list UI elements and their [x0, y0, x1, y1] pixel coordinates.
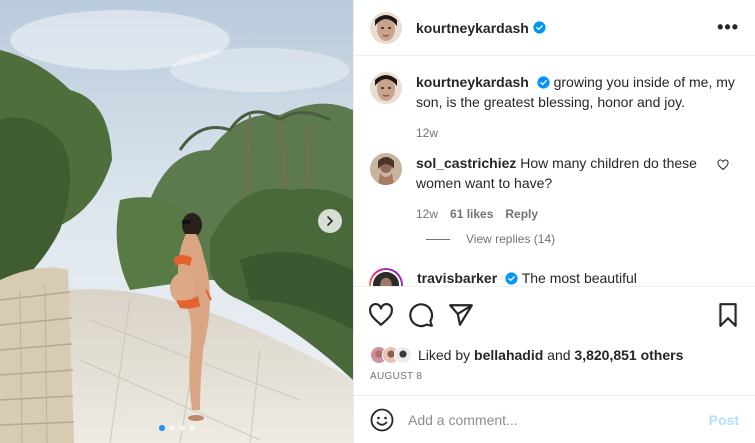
commenter-avatar[interactable] — [370, 153, 402, 185]
carousel-indicator — [0, 425, 353, 431]
comment-item: travisbarker The most beautiful — [369, 268, 739, 286]
carousel-dot — [178, 425, 185, 431]
photo-scene — [0, 0, 353, 443]
author-avatar[interactable] — [370, 11, 402, 44]
replies-divider-line — [426, 238, 450, 240]
share-button[interactable] — [448, 302, 474, 328]
view-replies-label: View replies (14) — [466, 232, 556, 246]
carousel-dot — [168, 425, 175, 431]
comment-body: sol_castrichiez How many children do the… — [416, 153, 739, 224]
add-comment-bar: Post — [354, 395, 755, 443]
post-side-panel: kourtneykardash ••• kourtneykardash grow… — [353, 0, 755, 443]
comment-text: The most beautiful — [521, 270, 637, 286]
carousel-dot — [188, 425, 195, 431]
carousel-dot — [158, 425, 165, 431]
view-replies-button[interactable]: View replies (14) — [426, 232, 555, 246]
comment-likes[interactable]: 61 likes — [450, 204, 493, 224]
liked-by-and: and — [547, 347, 571, 363]
post-date[interactable]: AUGUST 8 — [354, 367, 755, 382]
caption-author-avatar[interactable] — [370, 72, 402, 104]
verified-badge-icon — [533, 21, 546, 34]
liked-by-others[interactable]: 3,820,851 others — [574, 347, 683, 363]
reply-button[interactable]: Reply — [505, 204, 538, 224]
post-comment-button[interactable]: Post — [709, 412, 739, 428]
comment-like-heart-icon[interactable] — [717, 159, 729, 171]
emoji-icon[interactable] — [370, 408, 394, 432]
comment-item: sol_castrichiez How many children do the… — [370, 153, 739, 224]
save-button[interactable] — [715, 302, 741, 328]
liked-by-user[interactable]: bellahadid — [474, 347, 543, 363]
add-comment-input[interactable] — [408, 411, 709, 428]
action-bar — [354, 287, 755, 343]
comment-button[interactable] — [408, 302, 434, 328]
post-photo[interactable] — [0, 0, 353, 443]
post-header: kourtneykardash ••• — [354, 0, 755, 56]
heart-icon — [369, 302, 393, 326]
bookmark-icon — [719, 303, 737, 327]
post-modal: kourtneykardash ••• kourtneykardash grow… — [0, 0, 755, 443]
comment-age[interactable]: 12w — [416, 204, 438, 224]
likes-summary: Liked by bellahadid and 3,820,851 others — [354, 343, 755, 367]
comment-icon — [409, 303, 434, 328]
verified-badge-icon — [505, 272, 518, 285]
chevron-right-icon — [327, 216, 334, 226]
caption-meta: 12w — [416, 123, 739, 143]
like-button[interactable] — [368, 302, 394, 328]
carousel-next-button[interactable] — [318, 209, 342, 233]
caption-body: kourtneykardash growing you inside of me… — [416, 72, 739, 143]
verified-badge-icon — [537, 76, 550, 89]
caption-age[interactable]: 12w — [416, 123, 438, 143]
comment-username[interactable]: sol_castrichiez — [416, 155, 516, 171]
comments-list: kourtneykardash growing you inside of me… — [354, 56, 755, 286]
comment-body: travisbarker The most beautiful — [417, 268, 739, 286]
share-icon — [449, 304, 473, 326]
liker-avatar — [394, 346, 412, 364]
more-options-icon[interactable]: ••• — [717, 17, 739, 38]
caption-item: kourtneykardash growing you inside of me… — [370, 72, 739, 143]
comment-username[interactable]: travisbarker — [417, 270, 497, 286]
author-username[interactable]: kourtneykardash — [416, 20, 529, 36]
post-footer: Liked by bellahadid and 3,820,851 others… — [354, 286, 755, 382]
commenter-avatar-story-ring[interactable] — [369, 268, 403, 286]
caption-username[interactable]: kourtneykardash — [416, 74, 529, 90]
liked-by-avatars[interactable] — [370, 346, 412, 364]
comment-meta: 12w 61 likes Reply — [416, 204, 739, 224]
liked-by-prefix: Liked by — [418, 347, 471, 363]
